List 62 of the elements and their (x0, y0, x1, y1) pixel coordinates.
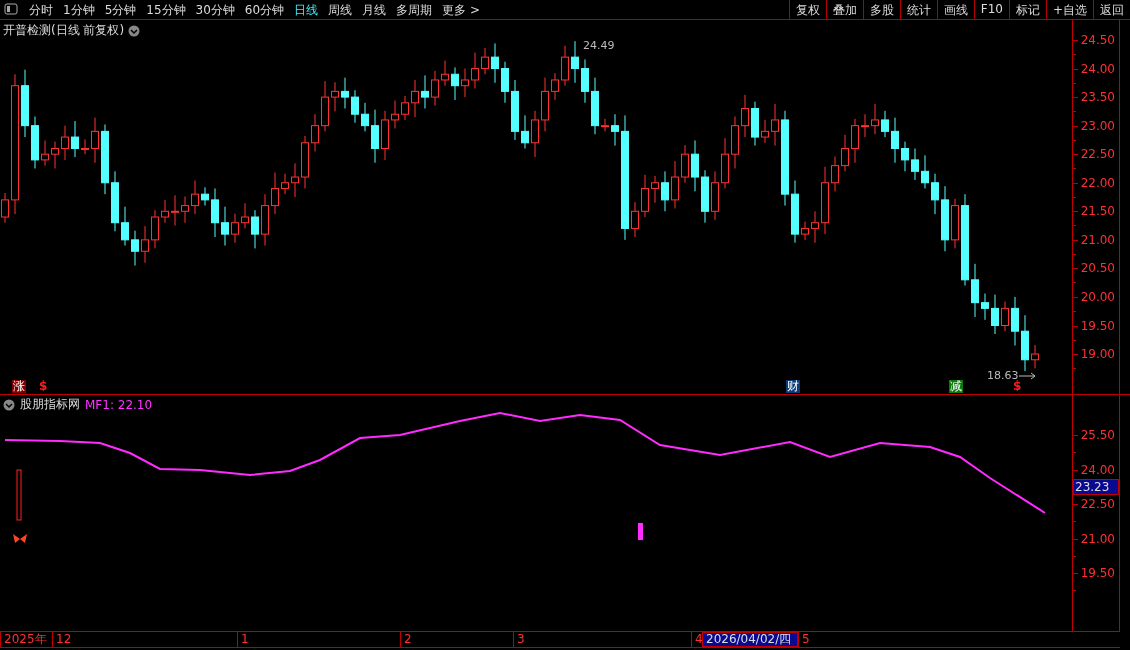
arrow-icon (1019, 372, 1036, 380)
period-tab[interactable]: 15分钟 (141, 0, 191, 19)
price-axis-label: 22.50 (1080, 147, 1115, 162)
dropdown-icon[interactable] (128, 24, 141, 37)
period-tab[interactable]: 5分钟 (99, 0, 142, 19)
price-axis-label: 22.00 (1080, 175, 1115, 190)
toolbar-button[interactable]: +自选 (1045, 0, 1093, 19)
indicator-axis-label: 25.50 (1080, 428, 1115, 442)
crosshair-date-label: 2026/04/02/四 (702, 632, 798, 647)
event-badge[interactable]: 减 (949, 380, 963, 393)
signal-bar (16, 469, 22, 521)
price-axis-label: 20.50 (1080, 261, 1115, 276)
period-tab[interactable]: 周线 (323, 0, 358, 19)
event-badge[interactable]: 涨 (12, 380, 26, 393)
period-tab[interactable]: 1分钟 (58, 0, 100, 19)
panel-toggle-icon[interactable] (4, 3, 18, 15)
date-axis-label: 5 (798, 632, 898, 647)
toolbar-button[interactable]: F10 (973, 0, 1009, 19)
period-tab[interactable]: 更多 > (437, 0, 485, 19)
indicator-axis-label: 19.50 (1080, 566, 1115, 580)
date-axis-label: 3 (513, 632, 691, 647)
period-tab[interactable]: 60分钟 (239, 0, 290, 19)
period-tab[interactable]: 日线 (289, 0, 324, 19)
toolbar-button[interactable]: 复权 (788, 0, 826, 19)
date-axis-label: 2025年 (0, 632, 52, 647)
price-axis-label: 23.50 (1080, 90, 1115, 105)
price-axis-label: 24.50 (1080, 33, 1115, 47)
current-value-label: 23.23 (1073, 479, 1119, 495)
date-axis-label: 2 (400, 632, 513, 647)
price-axis-label: 21.50 (1080, 204, 1115, 219)
indicator-axis-label: 21.00 (1080, 531, 1115, 546)
toolbar-button[interactable]: 画线 (936, 0, 974, 19)
dropdown-icon[interactable] (3, 398, 15, 411)
indicator-axis-label: 22.50 (1080, 497, 1115, 511)
signal-bar (638, 523, 643, 540)
period-tab[interactable]: 月线 (357, 0, 392, 19)
period-tab[interactable]: 多周期 (391, 0, 438, 19)
price-axis-label: 19.50 (1080, 318, 1115, 333)
dollar-marker[interactable]: $ (1013, 380, 1022, 393)
dollar-marker[interactable]: $ (39, 380, 48, 393)
date-axis-label: 1 (237, 632, 400, 647)
butterfly-icon (13, 534, 27, 543)
indicator-reading: MF1: 22.10 (85, 397, 153, 412)
period-tab[interactable]: 30分钟 (190, 0, 240, 19)
chart-title: 开普检测(日线 前复权) (3, 22, 125, 39)
price-axis-label: 20.00 (1080, 289, 1115, 304)
toolbar-button[interactable]: 多股 (862, 0, 900, 19)
event-badge[interactable]: 财 (786, 380, 800, 393)
indicator-title: 股朋指标网 (20, 396, 80, 413)
toolbar-button[interactable]: 返回 (1093, 0, 1130, 19)
toolbar-button[interactable]: 标记 (1008, 0, 1046, 19)
price-axis-label: 24.00 (1080, 61, 1115, 76)
period-tab[interactable]: 分时 (24, 0, 58, 19)
high-price-label: 24.49 (583, 39, 615, 52)
date-axis-label: 12 (52, 632, 237, 647)
toolbar-button[interactable]: 叠加 (825, 0, 863, 19)
price-axis-label: 23.00 (1080, 118, 1115, 133)
price-axis-label: 21.00 (1080, 232, 1115, 247)
toolbar-button[interactable]: 统计 (899, 0, 937, 19)
low-price-label: 18.63 (987, 369, 1019, 382)
indicator-axis-label: 24.00 (1080, 462, 1115, 477)
price-axis-label: 19.00 (1080, 347, 1115, 362)
